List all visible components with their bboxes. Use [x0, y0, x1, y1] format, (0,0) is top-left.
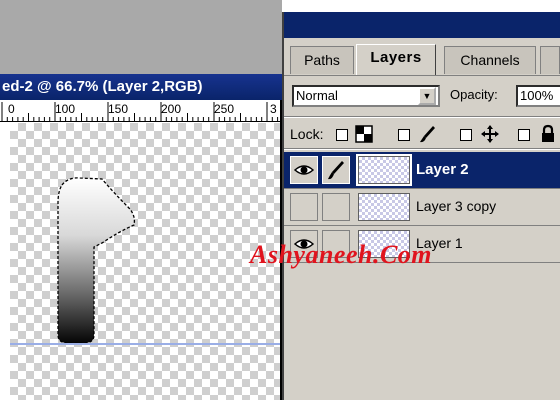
divider — [284, 116, 560, 118]
lock-all-checkbox[interactable] — [518, 129, 530, 141]
tab-layers[interactable]: Layers — [356, 44, 436, 76]
document-window: ed-2 @ 66.7% (Layer 2,RGB) 0 100 150 200… — [0, 0, 282, 400]
tab-paths[interactable]: Paths — [290, 46, 354, 74]
image-canvas[interactable] — [10, 123, 280, 400]
brush-lock-icon — [420, 126, 435, 143]
lock-transparency-checkbox[interactable] — [336, 129, 348, 141]
ruler-label: 3 — [270, 102, 277, 116]
brush-icon — [328, 161, 344, 180]
palette-title-bar[interactable] — [284, 12, 560, 38]
palette-top-margin — [282, 0, 560, 12]
layer-thumbnail[interactable] — [358, 193, 410, 221]
gradient-shape[interactable] — [57, 177, 136, 344]
opacity-input[interactable]: 100% — [516, 85, 560, 107]
ruler-label: 150 — [108, 102, 129, 116]
ruler-label: 250 — [214, 102, 235, 116]
lock-label: Lock: — [290, 126, 324, 142]
tab-overflow[interactable] — [540, 46, 560, 74]
chevron-down-icon[interactable]: ▼ — [418, 87, 436, 105]
eye-icon — [293, 165, 315, 175]
lock-image-checkbox[interactable] — [398, 129, 410, 141]
layer-row-layer-2[interactable]: Layer 2 — [284, 152, 560, 189]
layer-name[interactable]: Layer 3 copy — [416, 198, 496, 214]
layer-name[interactable]: Layer 2 — [416, 161, 469, 178]
palette-tabs: Paths Layers Channels — [284, 38, 560, 78]
layers-palette: Paths Layers Channels Normal ▼ Opacity: … — [282, 12, 560, 400]
transparency-lock-icon — [355, 125, 373, 143]
padlock-icon — [542, 124, 554, 142]
tabs-divider — [284, 75, 560, 76]
layer-thumbnail[interactable] — [356, 154, 412, 186]
move-lock-icon — [481, 125, 499, 143]
link-brush-toggle[interactable] — [322, 156, 350, 184]
tab-channels[interactable]: Channels — [444, 46, 536, 74]
document-title-bar[interactable]: ed-2 @ 66.7% (Layer 2,RGB) — [0, 74, 282, 100]
canvas-artwork — [10, 177, 280, 345]
ruler-label: 0 — [8, 102, 15, 116]
divider — [284, 148, 560, 150]
watermark-text: Ashyaneeh.Com — [250, 240, 433, 269]
visibility-toggle[interactable] — [290, 193, 318, 221]
layer-row-layer-3-copy[interactable]: Layer 3 copy — [284, 189, 560, 226]
ruler-ticks — [1, 102, 279, 122]
link-brush-toggle[interactable] — [322, 193, 350, 221]
opacity-label: Opacity: — [450, 87, 498, 102]
canvas-gutter — [0, 123, 10, 400]
ruler-label: 100 — [55, 102, 76, 116]
visibility-toggle[interactable] — [290, 156, 318, 184]
lock-position-checkbox[interactable] — [460, 129, 472, 141]
horizontal-ruler[interactable]: 0 100 150 200 250 3 — [0, 100, 282, 122]
ruler-label: 200 — [161, 102, 182, 116]
workspace-background — [0, 0, 282, 74]
